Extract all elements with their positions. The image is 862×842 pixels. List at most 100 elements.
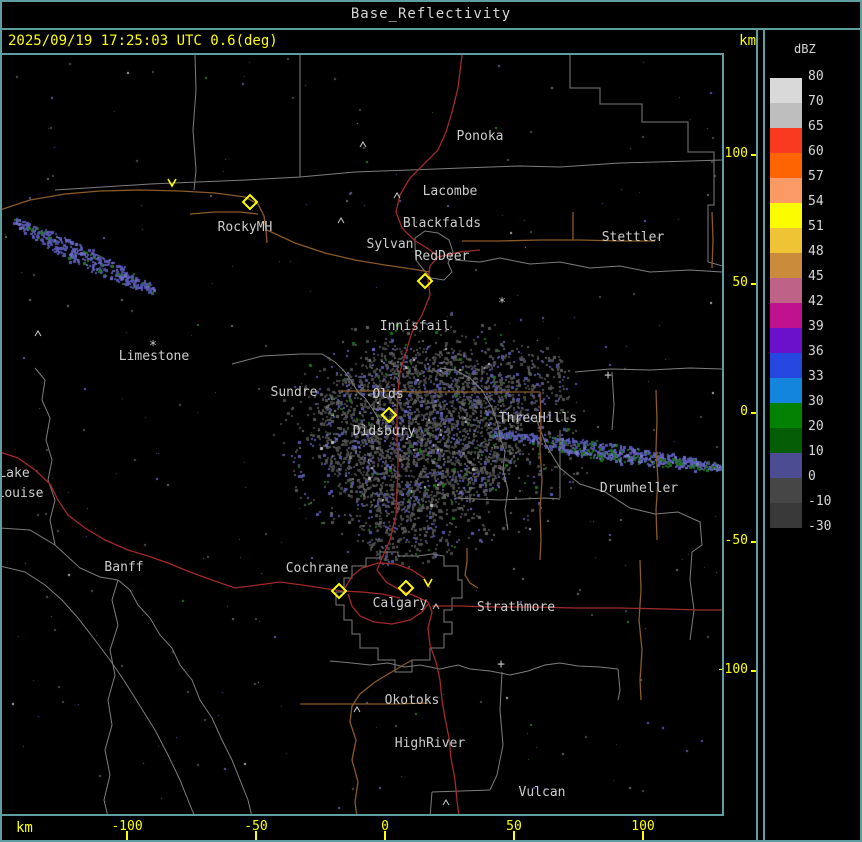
- city-label: Stettler: [602, 230, 665, 245]
- county-boundary-line: [489, 671, 504, 791]
- legend-value-label: -30: [808, 519, 832, 534]
- summit-caret-marker: [393, 192, 401, 199]
- city-label: RockyMH: [218, 220, 273, 235]
- vee-marker: [423, 578, 433, 588]
- legend-swatch: [770, 403, 802, 428]
- county-boundary-line: [611, 371, 615, 431]
- legend-value-label: 45: [808, 269, 824, 284]
- legend-value-label: 57: [808, 169, 824, 184]
- legend-swatch: [770, 453, 802, 478]
- legend-value-label: -10: [808, 494, 832, 509]
- county-boundary-line: [429, 791, 433, 814]
- legend-swatch: [770, 328, 802, 353]
- city-label: Sylvan: [367, 237, 414, 252]
- summit-caret-marker: [359, 141, 367, 148]
- legend-value-label: 70: [808, 94, 824, 109]
- county-boundary-line: [192, 55, 197, 191]
- legend-value-label: 10: [808, 444, 824, 459]
- county-boundary-line: [329, 660, 619, 676]
- legend-swatch: [770, 503, 802, 528]
- city-label: Calgary: [373, 596, 428, 611]
- city-label: Louise: [0, 486, 44, 501]
- county-boundary-line: [335, 551, 463, 673]
- map-display[interactable]: **++PonokaLacombeBlackfaldsSylvanRedDeer…: [0, 0, 862, 842]
- panel-separator-line: [763, 28, 765, 842]
- station-diamond-marker: [380, 406, 398, 424]
- frame-top: [0, 0, 862, 2]
- county-boundary-line: [574, 367, 722, 373]
- legend-value-label: 33: [808, 369, 824, 384]
- city-label: Limestone: [119, 349, 190, 364]
- plus-marker: +: [604, 368, 612, 383]
- legend-swatch: [770, 78, 802, 103]
- legend-swatch: [770, 353, 802, 378]
- county-boundary-line: [34, 367, 56, 546]
- secondary-highway-line: [711, 211, 714, 269]
- city-label: Didsbury: [353, 424, 416, 439]
- county-boundary-line: [54, 159, 722, 191]
- county-boundary-line: [617, 668, 621, 701]
- title-separator-line: [0, 28, 862, 30]
- city-label: Lacombe: [423, 184, 478, 199]
- county-boundary-line: [431, 789, 491, 793]
- asterisk-marker: *: [498, 296, 506, 311]
- plus-marker: +: [497, 657, 505, 672]
- legend-swatch: [770, 228, 802, 253]
- county-boundary-line: [103, 579, 119, 814]
- county-boundary-line: [454, 257, 722, 273]
- secondary-highway-line: [655, 389, 659, 541]
- legend-swatch: [770, 153, 802, 178]
- title-bar: Base_Reflectivity: [0, 0, 862, 28]
- city-label: Cochrane: [286, 561, 349, 576]
- bottom-axis-tick-mark: [255, 831, 257, 840]
- legend-value-label: 39: [808, 319, 824, 334]
- vee-marker: [167, 178, 177, 188]
- legend-swatch: [770, 253, 802, 278]
- bottom-axis-tick-mark: [126, 831, 128, 840]
- legend-value-label: 48: [808, 244, 824, 259]
- city-label: Banff: [104, 560, 143, 575]
- frame-left: [0, 0, 2, 842]
- summit-caret-marker: [442, 799, 450, 806]
- primary-highway-line: [432, 605, 722, 611]
- legend-swatch: [770, 378, 802, 403]
- legend-title: dBZ: [794, 42, 816, 56]
- secondary-highway-line: [2, 189, 268, 244]
- city-label: Blackfalds: [403, 216, 481, 231]
- county-boundary-line: [454, 497, 561, 501]
- city-label: Sundre: [271, 385, 318, 400]
- legend-swatch: [770, 303, 802, 328]
- bottom-axis-tick-mark: [513, 831, 515, 840]
- legend-value-label: 0: [808, 469, 816, 484]
- legend-swatch: [770, 128, 802, 153]
- city-label: Innisfail: [380, 319, 450, 334]
- city-label: Vulcan: [519, 785, 566, 800]
- legend-value-label: 65: [808, 119, 824, 134]
- legend-value-label: 51: [808, 219, 824, 234]
- legend-value-label: 42: [808, 294, 824, 309]
- secondary-highway-line: [638, 559, 643, 701]
- legend-swatch: [770, 203, 802, 228]
- summit-caret-marker: [337, 217, 345, 224]
- legend-swatch: [770, 478, 802, 503]
- city-label: HighRiver: [395, 736, 466, 751]
- bottom-axis-unit-label: km: [16, 820, 33, 836]
- city-label: Ponoka: [457, 129, 504, 144]
- primary-highway-line: [344, 562, 431, 589]
- legend-swatch: [770, 103, 802, 128]
- panel-separator-line: [756, 28, 758, 842]
- right-axis-unit-label: km: [739, 33, 756, 49]
- city-label: Olds: [372, 387, 403, 402]
- radar-window: * * + + Ponoka Lacombe Blackfalds Sylvan RedDeer…: [0, 0, 862, 842]
- city-label: Okotoks: [385, 693, 440, 708]
- legend-value-label: 30: [808, 394, 824, 409]
- secondary-highway-line: [189, 211, 259, 215]
- city-label: Drumheller: [600, 481, 678, 496]
- legend-value-label: 36: [808, 344, 824, 359]
- legend-swatch: [770, 278, 802, 303]
- county-boundary-line: [689, 551, 695, 641]
- bottom-axis-tick-mark: [642, 831, 644, 840]
- city-label: Lake: [0, 466, 30, 481]
- legend-panel: dBZ 80 70 65 60 57 54 51 48 45 42 39 36 33 30 20 10 0 -10…: [766, 30, 860, 840]
- window-title: Base_Reflectivity: [350, 6, 512, 22]
